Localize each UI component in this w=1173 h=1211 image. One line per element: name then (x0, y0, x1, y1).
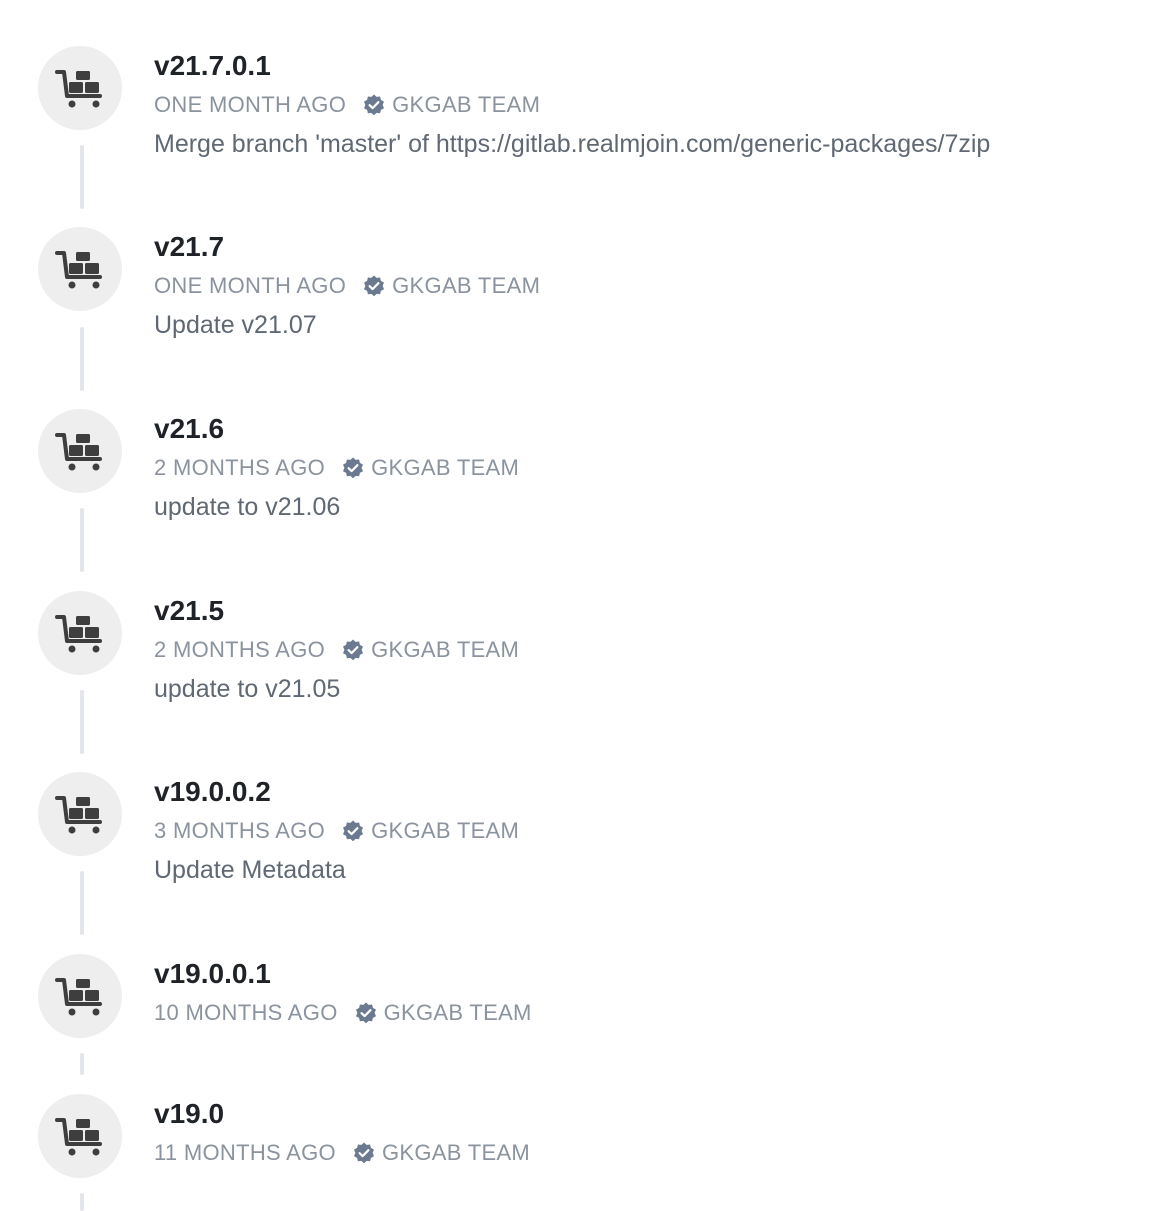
timeline-connector (80, 690, 84, 754)
package-cart-icon (55, 792, 105, 836)
package-cart-icon (55, 66, 105, 110)
verified-badge-icon (354, 1001, 378, 1025)
release-version[interactable]: v21.7 (154, 227, 1154, 267)
verified-badge-icon (341, 819, 365, 843)
release-version[interactable]: v21.7.0.1 (154, 46, 1154, 86)
release-timeline: v21.7.0.1 ONE MONTH AGO GKGAB TEAM Merge… (0, 0, 1173, 1211)
release-author[interactable]: GKGAB TEAM (371, 455, 519, 481)
verified-badge-icon (362, 93, 386, 117)
release-message: Update Metadata (154, 856, 346, 884)
release-meta: ONE MONTH AGO GKGAB TEAM (154, 91, 1154, 119)
release-author[interactable]: GKGAB TEAM (392, 273, 540, 299)
release-version[interactable]: v19.0.0.1 (154, 954, 1154, 994)
release-version[interactable]: v19.0 (154, 1094, 1154, 1134)
release-content: v19.0 11 MONTHS AGO GKGAB TEAM (154, 1094, 1154, 1167)
release-content: v21.7.0.1 ONE MONTH AGO GKGAB TEAM Merge… (154, 46, 1154, 161)
verified-badge-icon (341, 456, 365, 480)
release-author[interactable]: GKGAB TEAM (371, 818, 519, 844)
release-message: update to v21.05 (154, 675, 341, 703)
release-meta: 2 MONTHS AGO GKGAB TEAM (154, 636, 1154, 664)
release-version[interactable]: v21.5 (154, 591, 1154, 631)
release-meta: 3 MONTHS AGO GKGAB TEAM (154, 817, 1154, 845)
release-author[interactable]: GKGAB TEAM (371, 637, 519, 663)
timeline-connector (80, 1193, 84, 1211)
package-cart-icon (55, 611, 105, 655)
release-content: v21.6 2 MONTHS AGO GKGAB TEAM update to … (154, 409, 1154, 524)
release-meta: 11 MONTHS AGO GKGAB TEAM (154, 1139, 1154, 1167)
release-author[interactable]: GKGAB TEAM (382, 1140, 530, 1166)
release-time: 2 MONTHS AGO (154, 455, 326, 480)
release-avatar (38, 954, 122, 1038)
release-avatar (38, 1094, 122, 1178)
release-author[interactable]: GKGAB TEAM (384, 1000, 532, 1026)
package-cart-icon (55, 247, 105, 291)
release-version[interactable]: v21.6 (154, 409, 1154, 449)
timeline-connector (80, 508, 84, 572)
release-version[interactable]: v19.0.0.2 (154, 772, 1154, 812)
verified-badge-icon (341, 638, 365, 662)
release-avatar (38, 46, 122, 130)
release-author[interactable]: GKGAB TEAM (392, 92, 540, 118)
release-time: 3 MONTHS AGO (154, 818, 326, 843)
release-time: 10 MONTHS AGO (154, 1000, 338, 1025)
verified-badge-icon (352, 1141, 376, 1165)
release-meta: ONE MONTH AGO GKGAB TEAM (154, 272, 1154, 300)
release-meta: 10 MONTHS AGO GKGAB TEAM (154, 999, 1154, 1027)
release-time: ONE MONTH AGO (154, 273, 347, 298)
release-content: v21.7 ONE MONTH AGO GKGAB TEAM Update v2… (154, 227, 1154, 342)
release-time: 2 MONTHS AGO (154, 637, 326, 662)
release-content: v21.5 2 MONTHS AGO GKGAB TEAM update to … (154, 591, 1154, 706)
package-cart-icon (55, 429, 105, 473)
package-cart-icon (55, 1114, 105, 1158)
release-avatar (38, 591, 122, 675)
release-time: 11 MONTHS AGO (154, 1140, 336, 1165)
package-cart-icon (55, 974, 105, 1018)
release-content: v19.0.0.1 10 MONTHS AGO GKGAB TEAM (154, 954, 1154, 1027)
release-time: ONE MONTH AGO (154, 92, 347, 117)
timeline-connector (80, 327, 84, 391)
timeline-connector (80, 871, 84, 935)
release-message: update to v21.06 (154, 493, 341, 521)
timeline-connector (80, 1053, 84, 1075)
release-message: Update v21.07 (154, 311, 317, 339)
release-content: v19.0.0.2 3 MONTHS AGO GKGAB TEAM Update… (154, 772, 1154, 887)
verified-badge-icon (362, 274, 386, 298)
release-avatar (38, 227, 122, 311)
release-meta: 2 MONTHS AGO GKGAB TEAM (154, 454, 1154, 482)
release-message: Merge branch 'master' of https://gitlab.… (154, 130, 991, 158)
release-avatar (38, 772, 122, 856)
release-avatar (38, 409, 122, 493)
timeline-connector (80, 145, 84, 209)
